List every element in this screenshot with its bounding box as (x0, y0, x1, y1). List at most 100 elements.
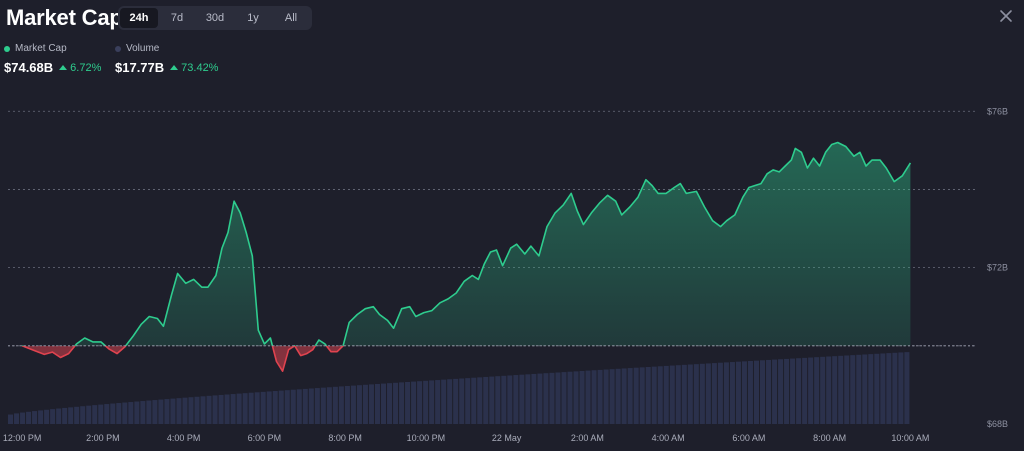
volume-bar (314, 388, 320, 424)
volume-bar (766, 359, 772, 424)
volume-bar (200, 396, 206, 424)
volume-bar (56, 408, 62, 424)
volume-bar (380, 383, 387, 424)
volume-bar (116, 403, 122, 424)
volume-bar (206, 395, 212, 424)
volume-bar (699, 363, 705, 424)
volume-bar (140, 401, 146, 424)
volume-bar (687, 364, 693, 424)
volume-bar (868, 354, 874, 424)
x-tick-label: 22 May (492, 433, 522, 443)
volume-bar (134, 401, 140, 424)
volume-bar (8, 414, 14, 424)
volume-bar (838, 355, 844, 424)
market-cap-chart[interactable]: $76B $72B $68B 12:00 PM 2:00 PM 4:00 PM 6:00 … (0, 0, 1024, 451)
volume-bar (717, 362, 723, 424)
volume-bar (519, 374, 525, 424)
volume-bar (32, 411, 38, 424)
volume-bar (344, 386, 350, 424)
volume-bar (489, 376, 495, 424)
volume-bar (844, 355, 850, 424)
volume-bar (880, 353, 886, 424)
x-tick-label: 10:00 PM (407, 433, 446, 443)
volume-bar (591, 370, 597, 424)
volume-bar (555, 372, 561, 424)
volume-bar (62, 407, 68, 424)
x-tick-label: 4:00 PM (167, 433, 201, 443)
volume-bar (374, 383, 380, 424)
volume-bar (826, 356, 832, 424)
volume-bar (368, 384, 374, 424)
volume-bar (651, 366, 657, 424)
volume-bar (597, 369, 603, 424)
x-tick-label: 12:00 PM (3, 433, 42, 443)
volume-bar (808, 357, 814, 424)
x-tick-label: 2:00 PM (86, 433, 120, 443)
volume-bar (850, 355, 856, 424)
volume-bar (411, 381, 417, 424)
volume-bar (417, 381, 423, 424)
volume-bar (759, 360, 766, 424)
volume-bar (483, 376, 489, 424)
volume-bar (164, 399, 170, 424)
volume-bar (585, 370, 591, 424)
volume-bar (796, 358, 802, 424)
volume-bar (645, 366, 651, 424)
volume-bar (278, 390, 284, 424)
volume-bar (326, 387, 332, 424)
volume-bar (778, 359, 784, 424)
volume-bar (711, 363, 717, 424)
x-tick-label: 2:00 AM (571, 433, 604, 443)
volume-bar (170, 398, 176, 424)
volume-bar (603, 369, 609, 424)
x-tick-label: 6:00 AM (732, 433, 765, 443)
volume-bar (675, 365, 681, 424)
volume-bar (68, 407, 74, 424)
volume-bar (405, 381, 411, 424)
x-tick-label: 4:00 AM (652, 433, 685, 443)
volume-bar (74, 406, 80, 424)
volume-bar (609, 369, 615, 424)
volume-bar (543, 373, 549, 424)
volume-bar (338, 386, 344, 424)
volume-bar (44, 409, 50, 424)
volume-bar (182, 397, 188, 424)
volume-bar (194, 396, 200, 424)
y-tick-label: $76B (987, 106, 1008, 116)
volume-bar (549, 372, 555, 424)
x-tick-label: 8:00 PM (328, 433, 362, 443)
volume-bar (832, 356, 838, 424)
volume-bar (573, 371, 579, 424)
volume-bar (856, 354, 862, 424)
x-tick-label: 6:00 PM (248, 433, 282, 443)
volume-bar (266, 391, 272, 424)
volume-bar (579, 370, 585, 424)
volume-bar (820, 356, 826, 424)
volume-bar (26, 411, 32, 424)
volume-bar (152, 400, 158, 424)
volume-bar (790, 358, 796, 424)
volume-bar (308, 388, 314, 424)
volume-bar (693, 364, 699, 424)
volume-bar (50, 409, 56, 424)
volume-bar (507, 375, 513, 424)
volume-bar (561, 372, 567, 424)
volume-bar (898, 352, 904, 424)
volume-bar (904, 352, 910, 424)
volume-bar (441, 379, 447, 424)
volume-bar (176, 398, 182, 424)
volume-bar (98, 404, 104, 424)
volume-bar (705, 363, 711, 424)
volume-bar (212, 395, 218, 424)
volume-bar (254, 392, 260, 424)
volume-bar (110, 403, 116, 424)
volume-bar (393, 382, 399, 424)
volume-bar (230, 394, 236, 424)
volume-bar (453, 378, 459, 424)
volume-bar (447, 379, 453, 424)
volume-bar (435, 380, 441, 424)
volume-bar (729, 362, 735, 424)
volume-bar (531, 373, 537, 424)
volume-bar (567, 371, 573, 424)
volume-bar (892, 352, 898, 424)
